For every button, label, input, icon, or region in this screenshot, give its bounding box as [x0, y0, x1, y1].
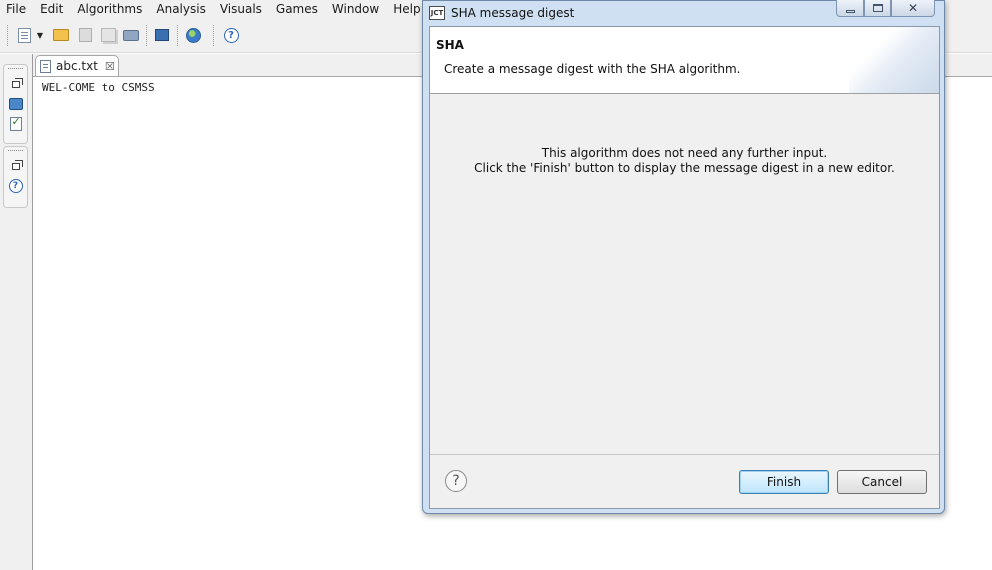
drag-handle[interactable]: [8, 150, 23, 154]
text-file-icon: [40, 59, 51, 73]
web-button[interactable]: [184, 26, 202, 44]
dialog-description: Create a message digest with the SHA alg…: [444, 62, 741, 76]
computer-icon: [8, 98, 23, 110]
checklist-view-button[interactable]: [8, 115, 24, 132]
toolbar-separator: [146, 25, 147, 46]
minimize-button[interactable]: [836, 0, 864, 17]
finish-button[interactable]: Finish: [739, 470, 829, 494]
toolbar-separator: [213, 25, 214, 46]
new-document-button[interactable]: [15, 26, 33, 44]
open-folder-icon: [53, 29, 69, 41]
save-all-button[interactable]: [99, 26, 117, 44]
help-toolbar-button[interactable]: ?: [222, 26, 240, 44]
print-icon: [123, 29, 139, 41]
dialog-content: This algorithm does not need any further…: [430, 95, 939, 455]
menu-algorithms[interactable]: Algorithms: [70, 0, 149, 18]
checklist-icon: [9, 115, 22, 131]
menu-games[interactable]: Games: [269, 0, 325, 18]
restore-view-button[interactable]: [8, 158, 24, 174]
new-document-icon: [17, 27, 31, 43]
menu-file[interactable]: File: [0, 0, 33, 18]
editor-tab-abc[interactable]: abc.txt ☒: [35, 55, 119, 76]
info-message-line1: This algorithm does not need any further…: [541, 146, 828, 160]
maximize-icon: [872, 4, 883, 12]
new-document-dropdown[interactable]: ▼: [34, 26, 46, 44]
monitor-icon: [155, 29, 169, 41]
help-icon: ?: [452, 473, 460, 489]
save-icon: [78, 28, 92, 42]
minimize-icon: [845, 9, 855, 13]
toolbar-separator: [177, 25, 178, 46]
help-topic-icon: ?: [8, 179, 23, 193]
close-tab-icon[interactable]: ☒: [105, 60, 115, 73]
dropdown-arrow-icon: ▼: [36, 30, 44, 40]
dialog-titlebar[interactable]: JCT SHA message digest ✕: [423, 0, 944, 24]
menu-window[interactable]: Window: [325, 0, 386, 18]
toolbar-separator: [7, 25, 8, 46]
dialog-body: SHA Create a message digest with the SHA…: [429, 26, 940, 509]
maximize-button[interactable]: [864, 0, 891, 17]
menu-analysis[interactable]: Analysis: [149, 0, 212, 18]
dialog-footer: ? Finish Cancel: [430, 454, 939, 508]
save-all-icon: [100, 28, 116, 42]
jct-app-icon: JCT: [429, 5, 445, 20]
editor-content[interactable]: WEL-COME to CSMSS: [42, 81, 155, 94]
globe-icon: [185, 27, 201, 43]
restore-icon: [11, 77, 23, 88]
left-trim-bar: ?: [0, 54, 33, 570]
computer-view-button[interactable]: [8, 96, 24, 112]
dialog-title: SHA message digest: [451, 5, 575, 20]
menu-edit[interactable]: Edit: [33, 0, 70, 18]
help-button[interactable]: ?: [445, 470, 467, 492]
help-icon: ?: [223, 27, 239, 43]
open-button[interactable]: [52, 26, 70, 44]
menu-visuals[interactable]: Visuals: [213, 0, 269, 18]
close-button[interactable]: ✕: [891, 0, 935, 17]
cancel-button[interactable]: Cancel: [837, 470, 927, 494]
print-button[interactable]: [122, 26, 140, 44]
help-topic-button[interactable]: ?: [8, 178, 24, 194]
restore-view-button[interactable]: [8, 76, 24, 92]
dialog-heading: SHA: [436, 38, 464, 52]
drag-handle[interactable]: [8, 68, 23, 72]
dialog-header: SHA Create a message digest with the SHA…: [430, 27, 939, 94]
restore-icon: [11, 159, 23, 170]
trim-group-bottom: ?: [3, 146, 28, 208]
save-button[interactable]: [76, 26, 94, 44]
sha-dialog: JCT SHA message digest ✕ SHA Create a me…: [422, 0, 945, 514]
monitor-button[interactable]: [153, 26, 171, 44]
trim-group-top: [3, 64, 28, 144]
editor-tab-label: abc.txt: [56, 59, 98, 73]
close-icon: ✕: [907, 1, 919, 15]
header-banner-graphic: [849, 27, 939, 93]
info-message-line2: Click the 'Finish' button to display the…: [474, 161, 895, 175]
